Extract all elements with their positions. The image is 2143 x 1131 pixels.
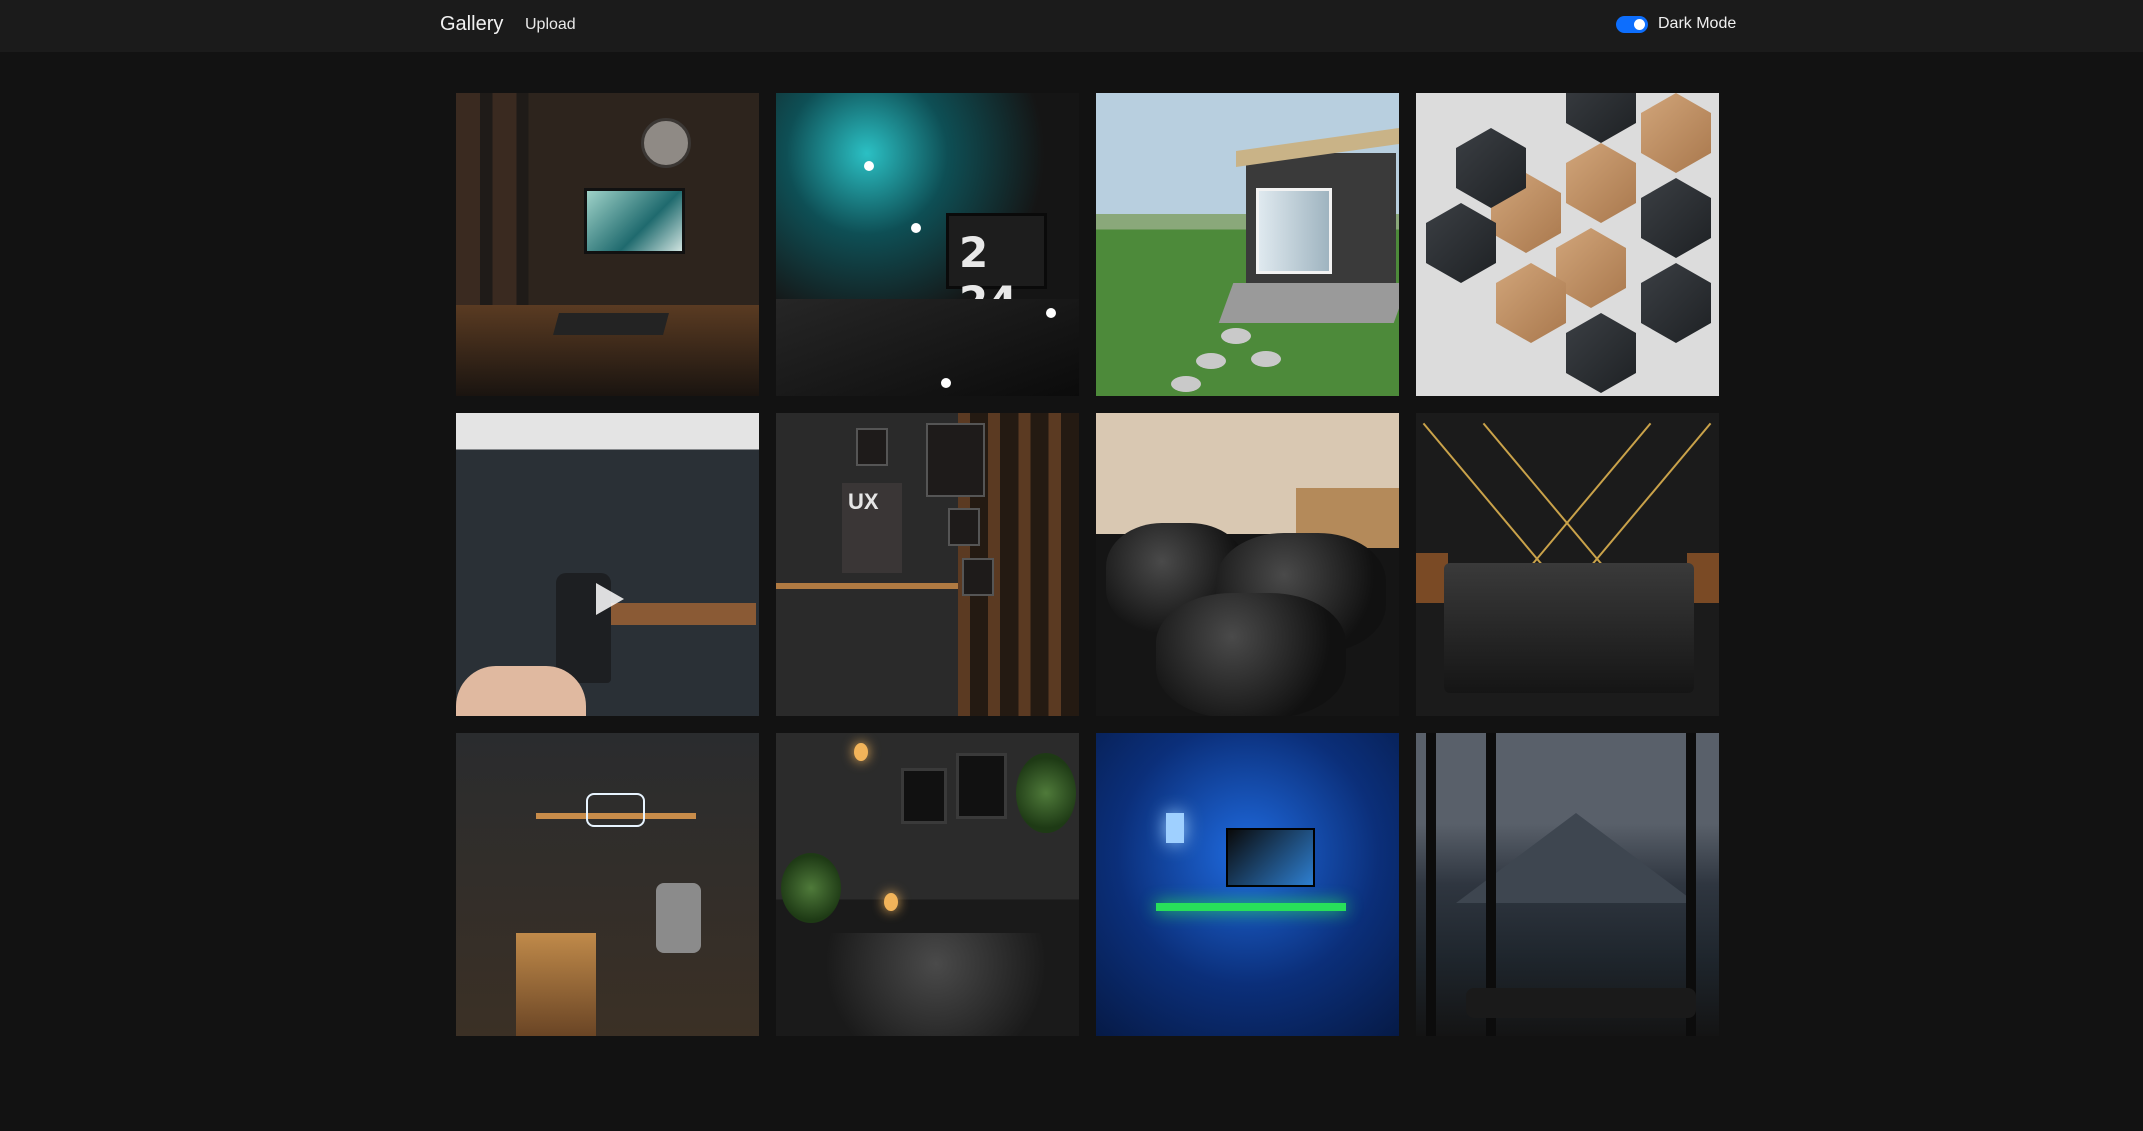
gallery-image-backyard-shed[interactable]	[1096, 93, 1399, 396]
hex-panel	[1566, 93, 1636, 143]
hex-panel	[1426, 203, 1496, 283]
image-content	[456, 733, 759, 1036]
hotspot-dot[interactable]	[864, 161, 874, 171]
image-content	[1096, 93, 1399, 396]
ux-poster-text: UX	[848, 489, 879, 514]
hex-panel	[1566, 313, 1636, 393]
hotspot-dot[interactable]	[911, 223, 921, 233]
image-content	[1416, 733, 1719, 1036]
neon-sign	[586, 793, 645, 827]
hotspot-dot[interactable]	[941, 378, 951, 388]
wall-clock	[641, 118, 691, 168]
hex-panel	[1641, 263, 1711, 343]
ux-poster: UX	[842, 483, 902, 573]
sofa	[1466, 988, 1696, 1018]
image-content: 2 24	[776, 93, 1079, 396]
gallery-image-teal-gaming-desk[interactable]: 2 24	[776, 93, 1079, 396]
image-content	[1416, 93, 1719, 396]
image-content	[776, 733, 1079, 1036]
deck	[1218, 283, 1399, 323]
gallery-image-ux-wall-workspace[interactable]: UX	[776, 413, 1079, 716]
gallery-image-hexagon-wall-panels[interactable]	[1416, 93, 1719, 396]
plant	[1016, 753, 1076, 833]
hex-panel	[1556, 228, 1626, 308]
switch-knob	[1634, 18, 1645, 30]
monitor: 2 24	[946, 213, 1047, 326]
stepping-stone	[1221, 328, 1251, 344]
desk-surface	[776, 299, 1079, 396]
play-icon[interactable]	[596, 583, 624, 615]
gallery-image-blue-living-room[interactable]	[1096, 733, 1399, 1036]
hex-panel	[1641, 178, 1711, 258]
wall-poster	[962, 558, 994, 596]
hex-panel	[1496, 263, 1566, 343]
gallery-grid: 2 24	[456, 93, 1719, 1036]
gallery-image-black-bedroom-gold-lines[interactable]	[1416, 413, 1719, 716]
upload-link[interactable]: Upload	[525, 16, 576, 34]
stepping-stone	[1171, 376, 1201, 392]
mattress	[1444, 563, 1694, 693]
stepping-stone	[1251, 351, 1281, 367]
window-frame	[1426, 733, 1436, 1036]
hex-panel	[1566, 143, 1636, 223]
keyboard	[553, 313, 669, 335]
wall-poster	[926, 423, 985, 497]
image-content	[1096, 413, 1399, 716]
pendant-lamp	[884, 893, 898, 911]
dark-mode-toggle-group: Dark Mode	[1616, 14, 1736, 34]
image-content	[456, 93, 759, 396]
gallery-image-hexagon-gaming-room-video[interactable]	[456, 413, 759, 716]
office-chair	[656, 883, 701, 953]
desk-surface	[516, 933, 596, 1036]
hotspot-dot[interactable]	[1046, 308, 1056, 318]
hand	[456, 666, 586, 716]
image-content	[1096, 733, 1399, 1036]
bed	[796, 933, 1076, 1036]
plant	[781, 853, 841, 923]
brand-link[interactable]: Gallery	[440, 13, 503, 36]
floor-lamp	[1166, 813, 1184, 843]
stepping-stone	[1196, 353, 1226, 369]
television	[1226, 828, 1315, 887]
gallery-image-black-comforter[interactable]	[1096, 413, 1399, 716]
shed-roof	[1236, 127, 1399, 167]
wall-poster	[856, 428, 888, 466]
monitor	[584, 188, 685, 254]
comforter-puff	[1156, 593, 1346, 716]
led-strip	[1156, 903, 1346, 911]
wall-frame	[956, 753, 1007, 819]
gallery-image-dark-bedroom-plants[interactable]	[776, 733, 1079, 1036]
image-content: UX	[776, 413, 1079, 716]
shed	[1236, 127, 1399, 293]
top-navbar: Gallery Upload Dark Mode	[0, 0, 2143, 52]
hex-panel	[1641, 93, 1711, 173]
dark-mode-label[interactable]: Dark Mode	[1658, 15, 1736, 33]
shed-glass-door	[1256, 188, 1332, 274]
gallery-image-neon-workspace-corner[interactable]	[456, 733, 759, 1036]
wall-frame	[901, 768, 947, 824]
desk-shelf	[776, 583, 958, 589]
dark-mode-switch[interactable]	[1616, 15, 1648, 33]
gallery-image-dark-desk-setup[interactable]	[456, 93, 759, 396]
pendant-lamp	[854, 743, 868, 761]
image-content	[456, 413, 759, 716]
wall-poster	[948, 508, 980, 546]
gallery-image-mountain-view-lounge[interactable]	[1416, 733, 1719, 1036]
image-content	[1416, 413, 1719, 716]
